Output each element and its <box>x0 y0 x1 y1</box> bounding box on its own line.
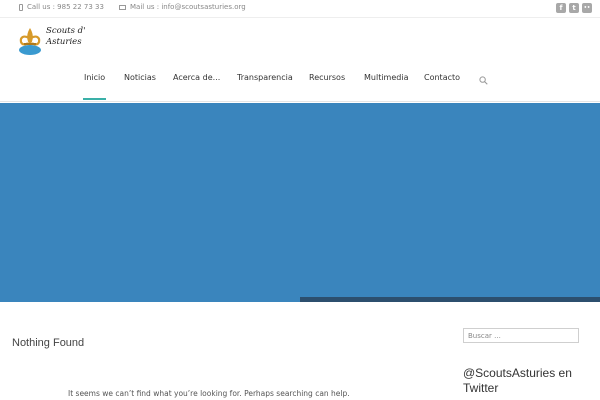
nav-item-acerca-de[interactable]: Acerca de... <box>173 73 220 82</box>
main-nav: Inicio Noticias Acerca de... Transparenc… <box>0 73 600 100</box>
mail-icon <box>119 4 126 10</box>
logo-text: Scouts d' Asturies <box>46 26 85 48</box>
social-links: f t •• <box>556 3 592 13</box>
hero-banner <box>0 103 600 302</box>
facebook-icon[interactable]: f <box>556 3 566 13</box>
mail-text[interactable]: Mail us : info@scoutsasturies.org <box>130 3 246 11</box>
twitter-widget-heading: @ScoutsAsturies en Twitter <box>463 366 572 395</box>
nav-item-contacto[interactable]: Contacto <box>424 73 460 82</box>
top-bar: Call us : 985 22 73 33 Mail us : info@sc… <box>0 0 600 18</box>
nav-item-recursos[interactable]: Recursos <box>309 73 345 82</box>
site-header: Scouts d' Asturies Inicio Noticias Acerc… <box>0 18 600 102</box>
not-found-message: It seems we can’t find what you’re looki… <box>68 389 350 398</box>
search-icon[interactable] <box>479 76 488 85</box>
phone-icon <box>19 3 23 11</box>
nav-item-transparencia[interactable]: Transparencia <box>237 73 293 82</box>
flickr-icon[interactable]: •• <box>582 3 592 13</box>
sidebar-search-input[interactable] <box>463 328 579 343</box>
nav-item-multimedia[interactable]: Multimedia <box>364 73 408 82</box>
fleur-de-lis-logo-icon <box>19 28 41 55</box>
phone-text: Call us : 985 22 73 33 <box>27 3 104 11</box>
site-logo[interactable]: Scouts d' Asturies <box>17 24 97 56</box>
logo-line-1: Scouts d' <box>46 26 86 36</box>
twitter-icon[interactable]: t <box>569 3 579 13</box>
phone-contact: Call us : 985 22 73 33 <box>19 3 104 11</box>
nav-item-inicio[interactable]: Inicio <box>82 73 107 100</box>
mail-contact[interactable]: Mail us : info@scoutsasturies.org <box>119 3 246 11</box>
logo-line-2: Asturies <box>46 37 82 47</box>
hero-progress-bar <box>300 297 600 302</box>
page-title: Nothing Found <box>12 337 85 349</box>
nav-item-noticias[interactable]: Noticias <box>124 73 156 82</box>
